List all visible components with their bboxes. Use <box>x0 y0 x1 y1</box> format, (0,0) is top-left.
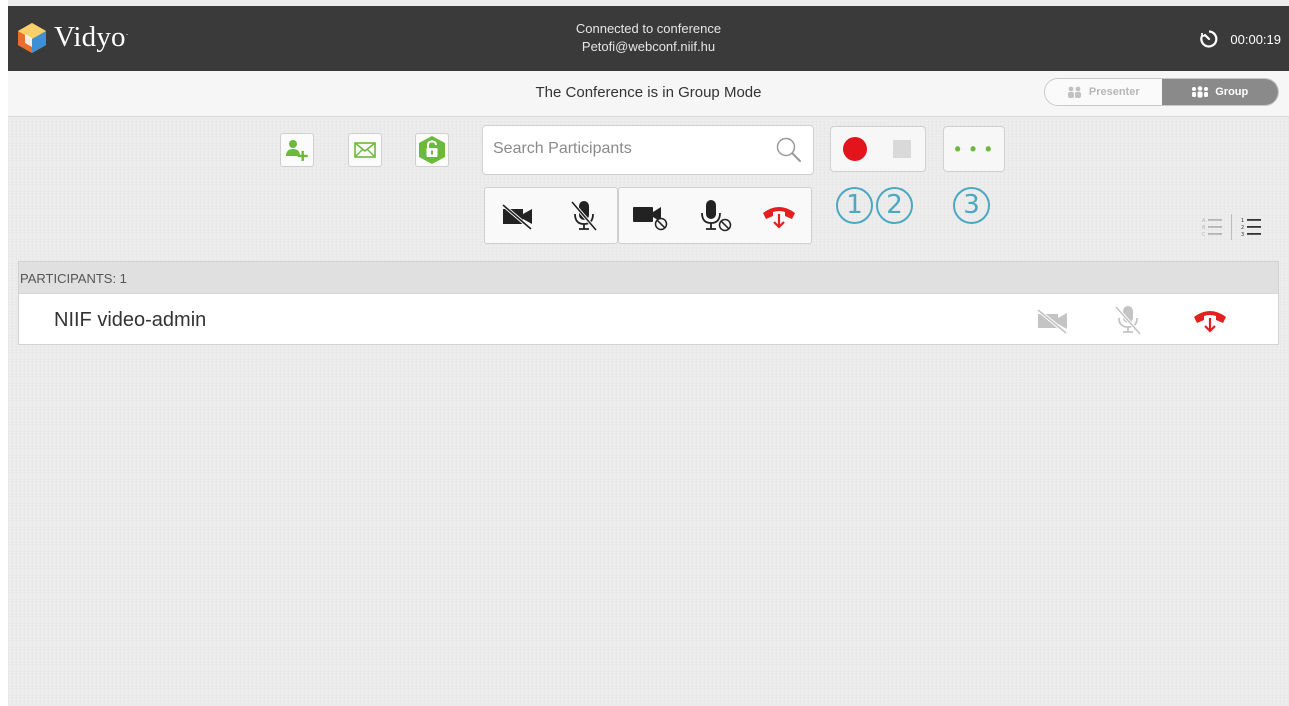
svg-text:2: 2 <box>1241 225 1244 231</box>
svg-text:B: B <box>1202 225 1206 231</box>
stop-icon <box>892 140 911 158</box>
svg-text:C: C <box>1202 232 1206 238</box>
annotation-2: 2 <box>876 187 913 224</box>
recording-controls <box>830 126 926 172</box>
search-participants <box>482 125 814 175</box>
top-bar: Vidyo. Connected to conference Petofi@we… <box>8 6 1289 71</box>
block-all-controls <box>618 187 812 244</box>
mic-off-icon <box>570 200 598 231</box>
svg-text:A: A <box>1202 218 1206 224</box>
search-input[interactable] <box>493 140 763 158</box>
mic-block-icon <box>701 199 732 231</box>
sort-numerical-icon[interactable]: 1 2 3 <box>1240 216 1262 238</box>
sort-controls: A B C 1 2 3 <box>1201 214 1262 240</box>
svg-text:3: 3 <box>1241 232 1244 238</box>
conference-address: Petofi@webconf.niif.hu <box>581 39 716 54</box>
svg-text:1: 1 <box>1241 218 1244 224</box>
mute-all-audio-button[interactable] <box>551 188 617 243</box>
add-participant-icon <box>286 140 308 161</box>
record-button[interactable] <box>831 127 878 171</box>
add-participant-button[interactable] <box>280 133 314 167</box>
group-mode-button[interactable]: Group <box>1161 79 1278 105</box>
lock-conference-button[interactable] <box>415 133 449 167</box>
mode-bar: The Conference is in Group Mode Presente… <box>8 71 1289 117</box>
hangup-all-button[interactable] <box>747 188 811 243</box>
sort-alphabetical-icon[interactable]: A B C <box>1201 216 1223 238</box>
camera-block-icon <box>633 206 668 230</box>
more-icon: • • • <box>954 138 994 159</box>
presenter-mode-button[interactable]: Presenter <box>1045 79 1162 105</box>
stop-button[interactable] <box>878 127 925 171</box>
invite-email-button[interactable] <box>348 133 382 167</box>
participant-video-off-icon[interactable] <box>1035 308 1071 334</box>
connection-info: Connected to conference Petofi@webconf.n… <box>8 20 1289 56</box>
mute-all-video-button[interactable] <box>485 188 551 243</box>
participants-panel: PARTICIPANTS: 1 NIIF video-admin <box>18 261 1279 345</box>
timer-icon <box>1200 30 1218 48</box>
group-icon <box>1192 86 1209 98</box>
block-all-camera-button[interactable] <box>619 188 683 243</box>
annotation-1: 1 <box>836 187 873 224</box>
participant-name: NIIF video-admin <box>54 309 207 331</box>
sort-divider <box>1231 214 1232 240</box>
main-area: • • • <box>8 117 1289 706</box>
timer-value: 00:00:19 <box>1230 31 1281 47</box>
more-options-button[interactable]: • • • <box>943 126 1005 172</box>
window-edge <box>0 0 8 706</box>
video-off-icon <box>501 203 533 230</box>
annotation-3: 3 <box>953 187 990 224</box>
lock-icon <box>419 136 445 164</box>
presenter-icon <box>1067 86 1081 98</box>
invite-email-icon <box>354 142 376 158</box>
connection-status: Connected to conference <box>575 21 722 36</box>
participant-row[interactable]: NIIF video-admin <box>19 294 1278 344</box>
participant-mic-off-icon[interactable] <box>1113 304 1143 336</box>
record-icon <box>842 137 867 161</box>
mute-all-controls <box>484 187 618 244</box>
call-timer: 00:00:19 <box>1199 29 1281 49</box>
mode-toggle[interactable]: Presenter Group <box>1044 78 1279 106</box>
hangup-all-icon <box>763 206 795 229</box>
block-all-mic-button[interactable] <box>683 188 747 243</box>
participants-header: PARTICIPANTS: 1 <box>19 262 1278 294</box>
participant-hangup-icon[interactable] <box>1192 306 1228 334</box>
search-icon[interactable] <box>775 136 803 164</box>
